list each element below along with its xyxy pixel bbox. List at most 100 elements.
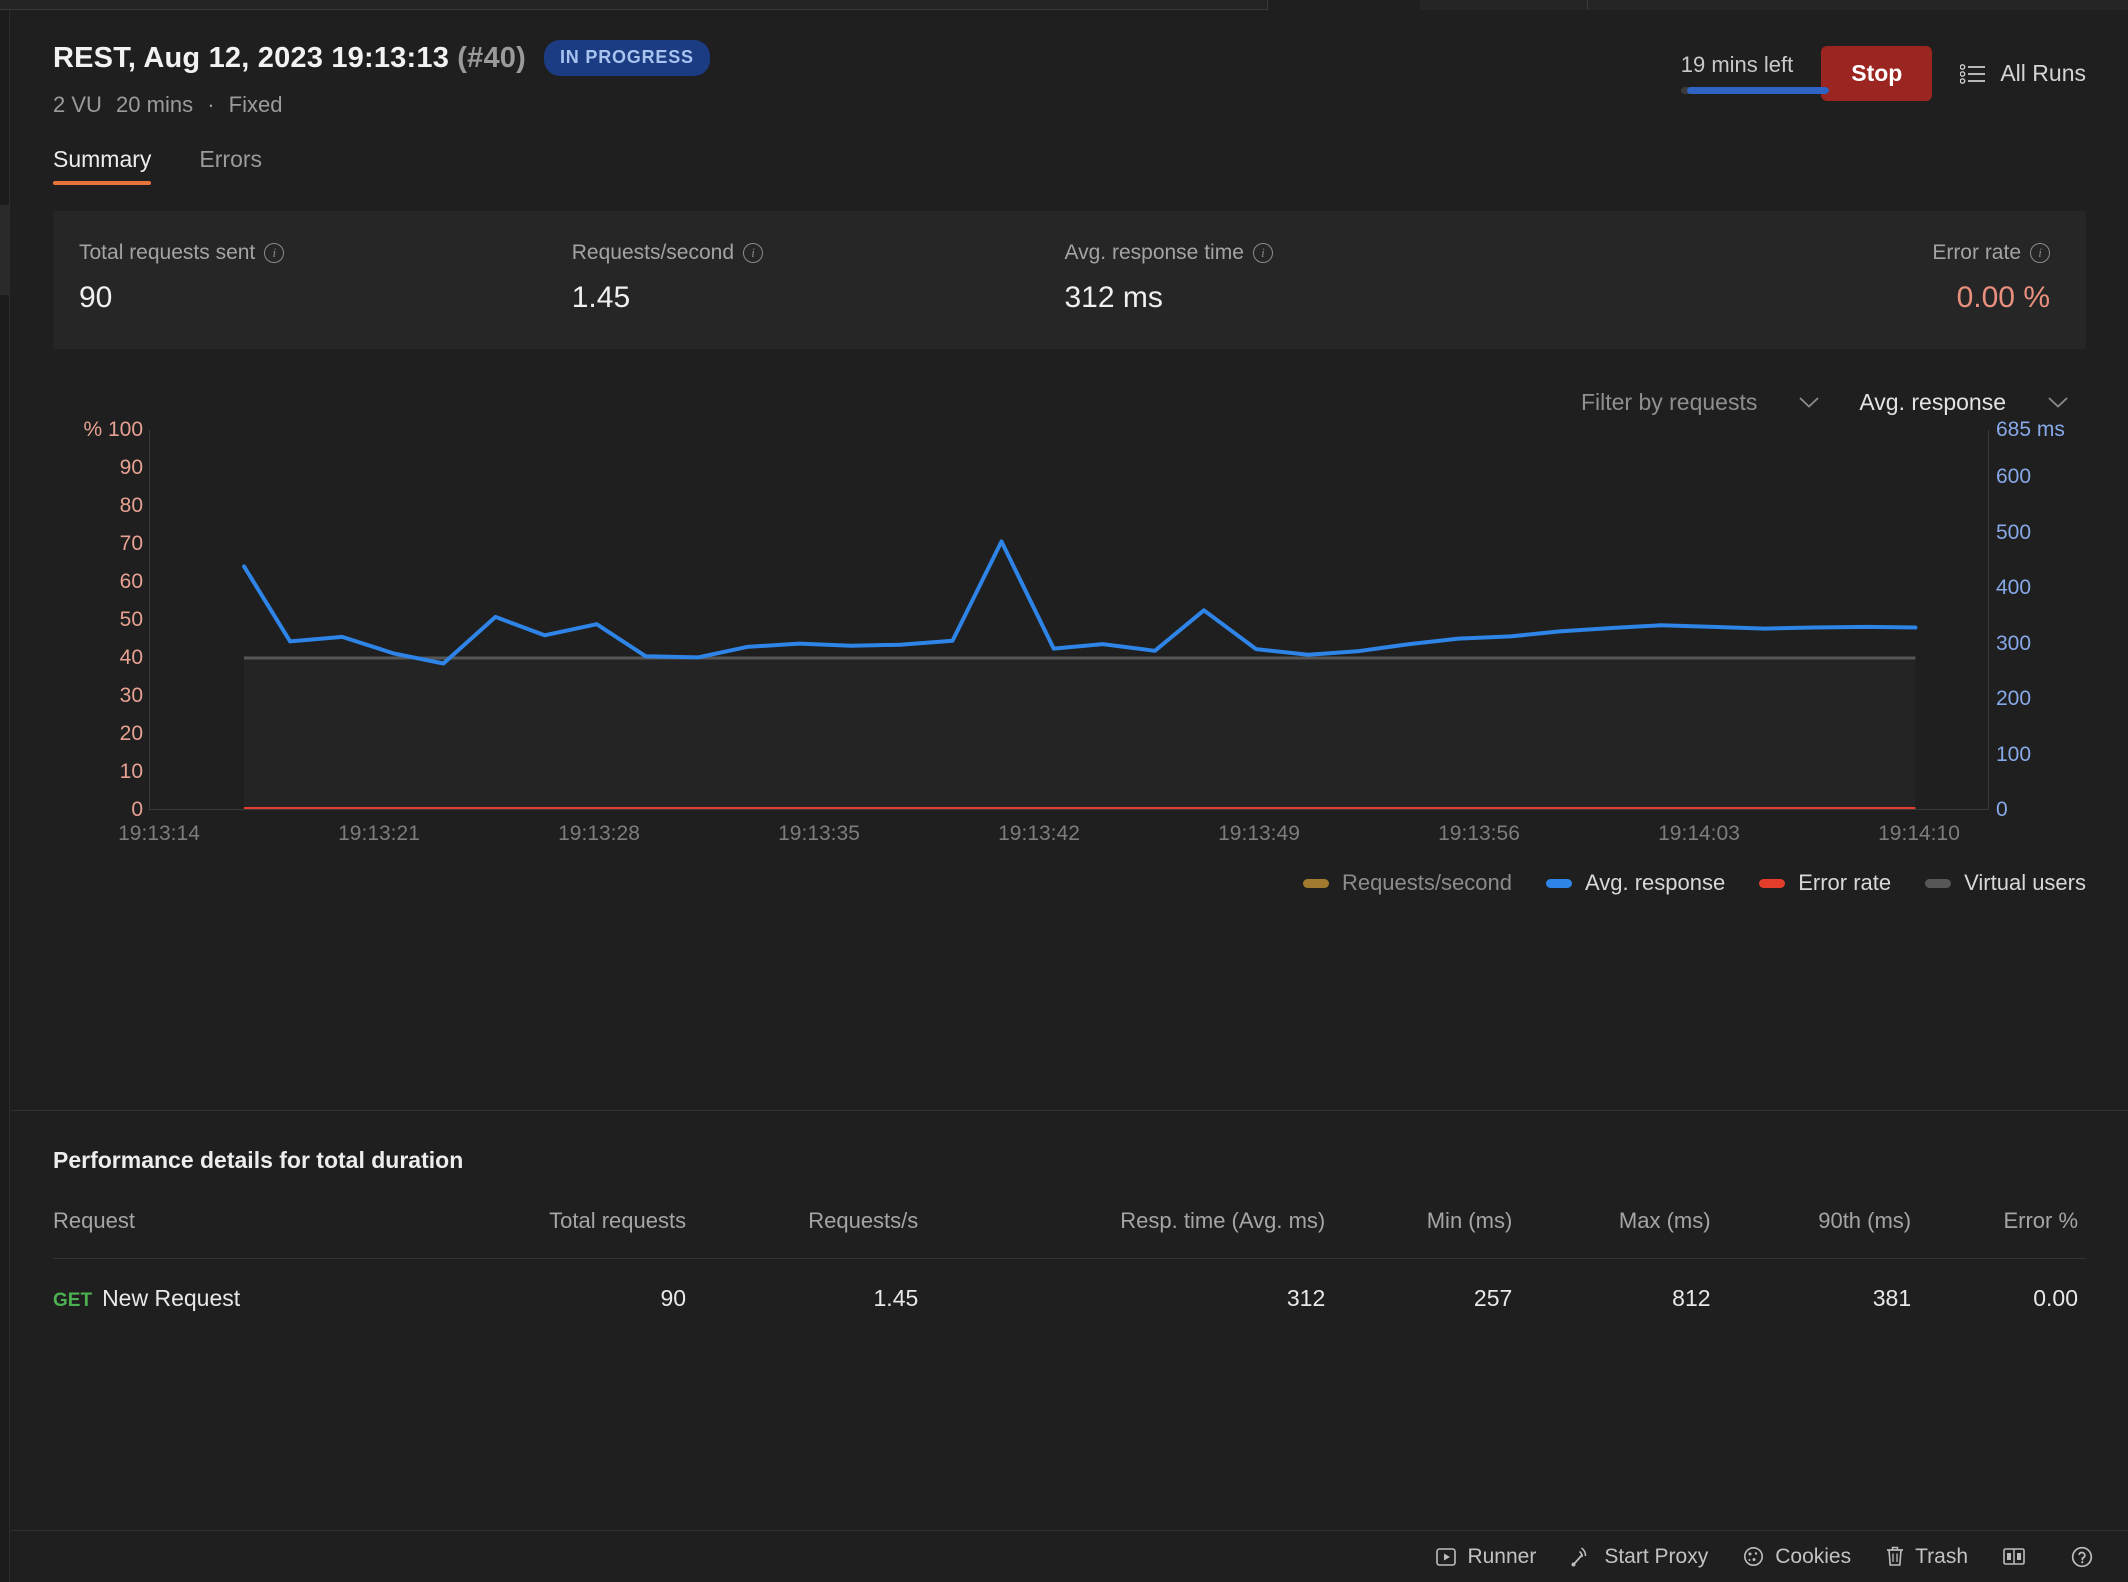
left-axis-tick: 90	[120, 456, 143, 480]
cookies-button[interactable]: Cookies	[1742, 1545, 1851, 1569]
legend-item[interactable]: Virtual users	[1925, 870, 2086, 896]
x-axis-tick: 19:13:56	[1438, 822, 1520, 846]
col-error-pct[interactable]: Error %	[1919, 1208, 2086, 1259]
time-remaining: 19 mins left	[1681, 52, 1794, 96]
chevron-down-icon	[2048, 397, 2068, 408]
info-icon[interactable]: i	[743, 243, 763, 263]
stat-error-rate: Error rate i 0.00 %	[1557, 241, 2060, 315]
tab-strip-segment[interactable]	[1268, 0, 1420, 10]
col-min-ms[interactable]: Min (ms)	[1333, 1208, 1520, 1259]
tab-strip-segment[interactable]	[1420, 0, 1588, 10]
vu-count: 2 VU	[53, 92, 102, 117]
runner-label: Runner	[1467, 1545, 1536, 1569]
col-resp-time-avg[interactable]: Resp. time (Avg. ms)	[926, 1208, 1333, 1259]
run-duration: 20 mins	[116, 92, 193, 117]
chart-svg	[149, 430, 1989, 810]
left-axis-tick: 50	[120, 608, 143, 632]
col-90th-ms[interactable]: 90th (ms)	[1719, 1208, 1920, 1259]
table-row[interactable]: GETNew Request 90 1.45 312 257 812 381 0…	[53, 1259, 2086, 1339]
stat-avg-response-time: Avg. response time i 312 ms	[1065, 241, 1558, 315]
stat-label-text: Requests/second	[572, 241, 734, 265]
tab-errors[interactable]: Errors	[199, 146, 262, 185]
stat-label-text: Total requests sent	[79, 241, 255, 265]
table-header-row: Request Total requests Requests/s Resp. …	[53, 1208, 2086, 1259]
load-profile: Fixed	[229, 92, 283, 117]
run-number: (#40)	[457, 42, 526, 74]
stop-button[interactable]: Stop	[1821, 46, 1932, 101]
request-filter-dropdown[interactable]: Filter by requests	[1581, 389, 1819, 416]
cell-min-ms: 257	[1333, 1259, 1520, 1339]
trash-label: Trash	[1915, 1545, 1968, 1569]
left-axis-tick: 20	[120, 722, 143, 746]
legend-item[interactable]: Error rate	[1759, 870, 1891, 896]
cell-requests-per-s: 1.45	[694, 1259, 926, 1339]
virtual-users-band	[244, 658, 1915, 810]
x-axis-tick: 19:13:42	[998, 822, 1080, 846]
stat-value: 0.00 %	[1557, 281, 2050, 315]
stat-label-text: Avg. response time	[1065, 241, 1244, 265]
all-runs-button[interactable]: All Runs	[1960, 60, 2086, 87]
x-axis-tick: 19:13:35	[778, 822, 860, 846]
help-button[interactable]	[2070, 1545, 2104, 1569]
run-progress-bar	[1681, 87, 1829, 94]
right-axis-tick: 685 ms	[1996, 418, 2065, 442]
legend-label: Requests/second	[1342, 870, 1512, 896]
runner-icon	[1435, 1546, 1457, 1568]
performance-details-section: Performance details for total duration R…	[11, 1110, 2128, 1530]
legend-item[interactable]: Requests/second	[1303, 870, 1512, 896]
right-axis-tick: 100	[1996, 743, 2031, 767]
right-axis-tick: 400	[1996, 576, 2031, 600]
stat-value: 312 ms	[1065, 281, 1558, 315]
x-axis-tick: 19:13:21	[338, 822, 420, 846]
page-title: REST, Aug 12, 2023 19:13:13 (#40)	[53, 42, 526, 75]
all-runs-label: All Runs	[2000, 60, 2086, 87]
trash-icon	[1885, 1545, 1905, 1568]
performance-table: Request Total requests Requests/s Resp. …	[53, 1208, 2086, 1338]
legend-label: Avg. response	[1585, 870, 1725, 896]
trash-button[interactable]: Trash	[1885, 1545, 1968, 1569]
legend-label: Virtual users	[1964, 870, 2086, 896]
cell-total-requests: 90	[412, 1259, 694, 1339]
cookie-icon	[1742, 1545, 1765, 1568]
collapsed-sidebar-rail[interactable]	[0, 10, 10, 1582]
col-max-ms[interactable]: Max (ms)	[1520, 1208, 1718, 1259]
info-icon[interactable]: i	[1253, 243, 1273, 263]
info-icon[interactable]: i	[264, 243, 284, 263]
proxy-icon	[1570, 1546, 1594, 1568]
legend-item[interactable]: Avg. response	[1546, 870, 1725, 896]
stat-total-requests: Total requests sent i 90	[79, 241, 572, 315]
x-axis-tick: 19:14:03	[1658, 822, 1740, 846]
stat-label: Total requests sent i	[79, 241, 572, 265]
left-axis-tick: 80	[120, 494, 143, 518]
tab-strip-segment[interactable]	[1588, 0, 2128, 10]
request-filter-label: Filter by requests	[1581, 389, 1757, 416]
avg-response-line	[244, 542, 1915, 664]
metric-filter-dropdown[interactable]: Avg. response	[1859, 389, 2068, 416]
stat-value: 90	[79, 281, 572, 315]
layout-toggle-button[interactable]	[2002, 1546, 2036, 1567]
right-axis-tick: 500	[1996, 521, 2031, 545]
run-title-text: REST, Aug 12, 2023 19:13:13	[53, 42, 449, 74]
left-axis-tick: 30	[120, 684, 143, 708]
start-proxy-label: Start Proxy	[1604, 1545, 1708, 1569]
x-axis-tick: 19:13:14	[118, 822, 200, 846]
tab-summary[interactable]: Summary	[53, 146, 151, 185]
start-proxy-button[interactable]: Start Proxy	[1570, 1545, 1708, 1569]
col-request[interactable]: Request	[53, 1208, 412, 1259]
results-tabs: Summary Errors	[11, 146, 2128, 185]
col-total-requests[interactable]: Total requests	[412, 1208, 694, 1259]
x-axis-tick: 19:14:10	[1878, 822, 1960, 846]
sidebar-handle[interactable]	[0, 205, 9, 295]
tab-strip-segment[interactable]	[0, 0, 1268, 10]
stat-value: 1.45	[572, 281, 1065, 315]
cookies-label: Cookies	[1775, 1545, 1851, 1569]
runner-button[interactable]: Runner	[1435, 1545, 1536, 1569]
chart-plot-area[interactable]	[149, 430, 1989, 810]
right-axis-tick: 300	[1996, 632, 2031, 656]
chart-left-axis: % 1009080706050403020100	[53, 430, 143, 810]
col-requests-per-s[interactable]: Requests/s	[694, 1208, 926, 1259]
table-title: Performance details for total duration	[53, 1147, 2086, 1174]
run-progress-fill	[1687, 87, 1829, 94]
info-icon[interactable]: i	[2030, 243, 2050, 263]
meta-separator: ·	[207, 92, 214, 117]
